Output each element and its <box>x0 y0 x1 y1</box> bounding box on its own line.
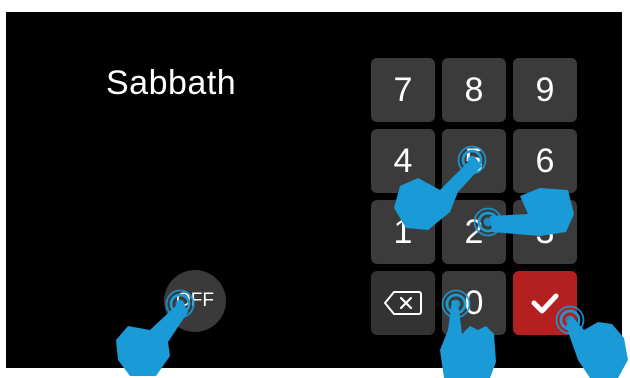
key-1[interactable]: 1 <box>371 200 435 264</box>
key-0[interactable]: 0 <box>442 271 506 335</box>
key-4[interactable]: 4 <box>371 129 435 193</box>
key-5[interactable]: 5 <box>442 129 506 193</box>
key-8[interactable]: 8 <box>442 58 506 122</box>
backspace-icon <box>384 291 422 315</box>
key-2[interactable]: 2 <box>442 200 506 264</box>
key-9[interactable]: 9 <box>513 58 577 122</box>
key-7[interactable]: 7 <box>371 58 435 122</box>
mode-title: Sabbath <box>106 64 237 102</box>
touch-screen: Sabbath OFF 7 8 9 4 5 6 1 2 3 0 <box>6 12 622 368</box>
key-6[interactable]: 6 <box>513 129 577 193</box>
key-3[interactable]: 3 <box>513 200 577 264</box>
backspace-button[interactable] <box>371 271 435 335</box>
checkmark-icon <box>531 293 559 314</box>
confirm-button[interactable] <box>513 271 577 335</box>
off-toggle-button[interactable]: OFF <box>164 270 226 332</box>
